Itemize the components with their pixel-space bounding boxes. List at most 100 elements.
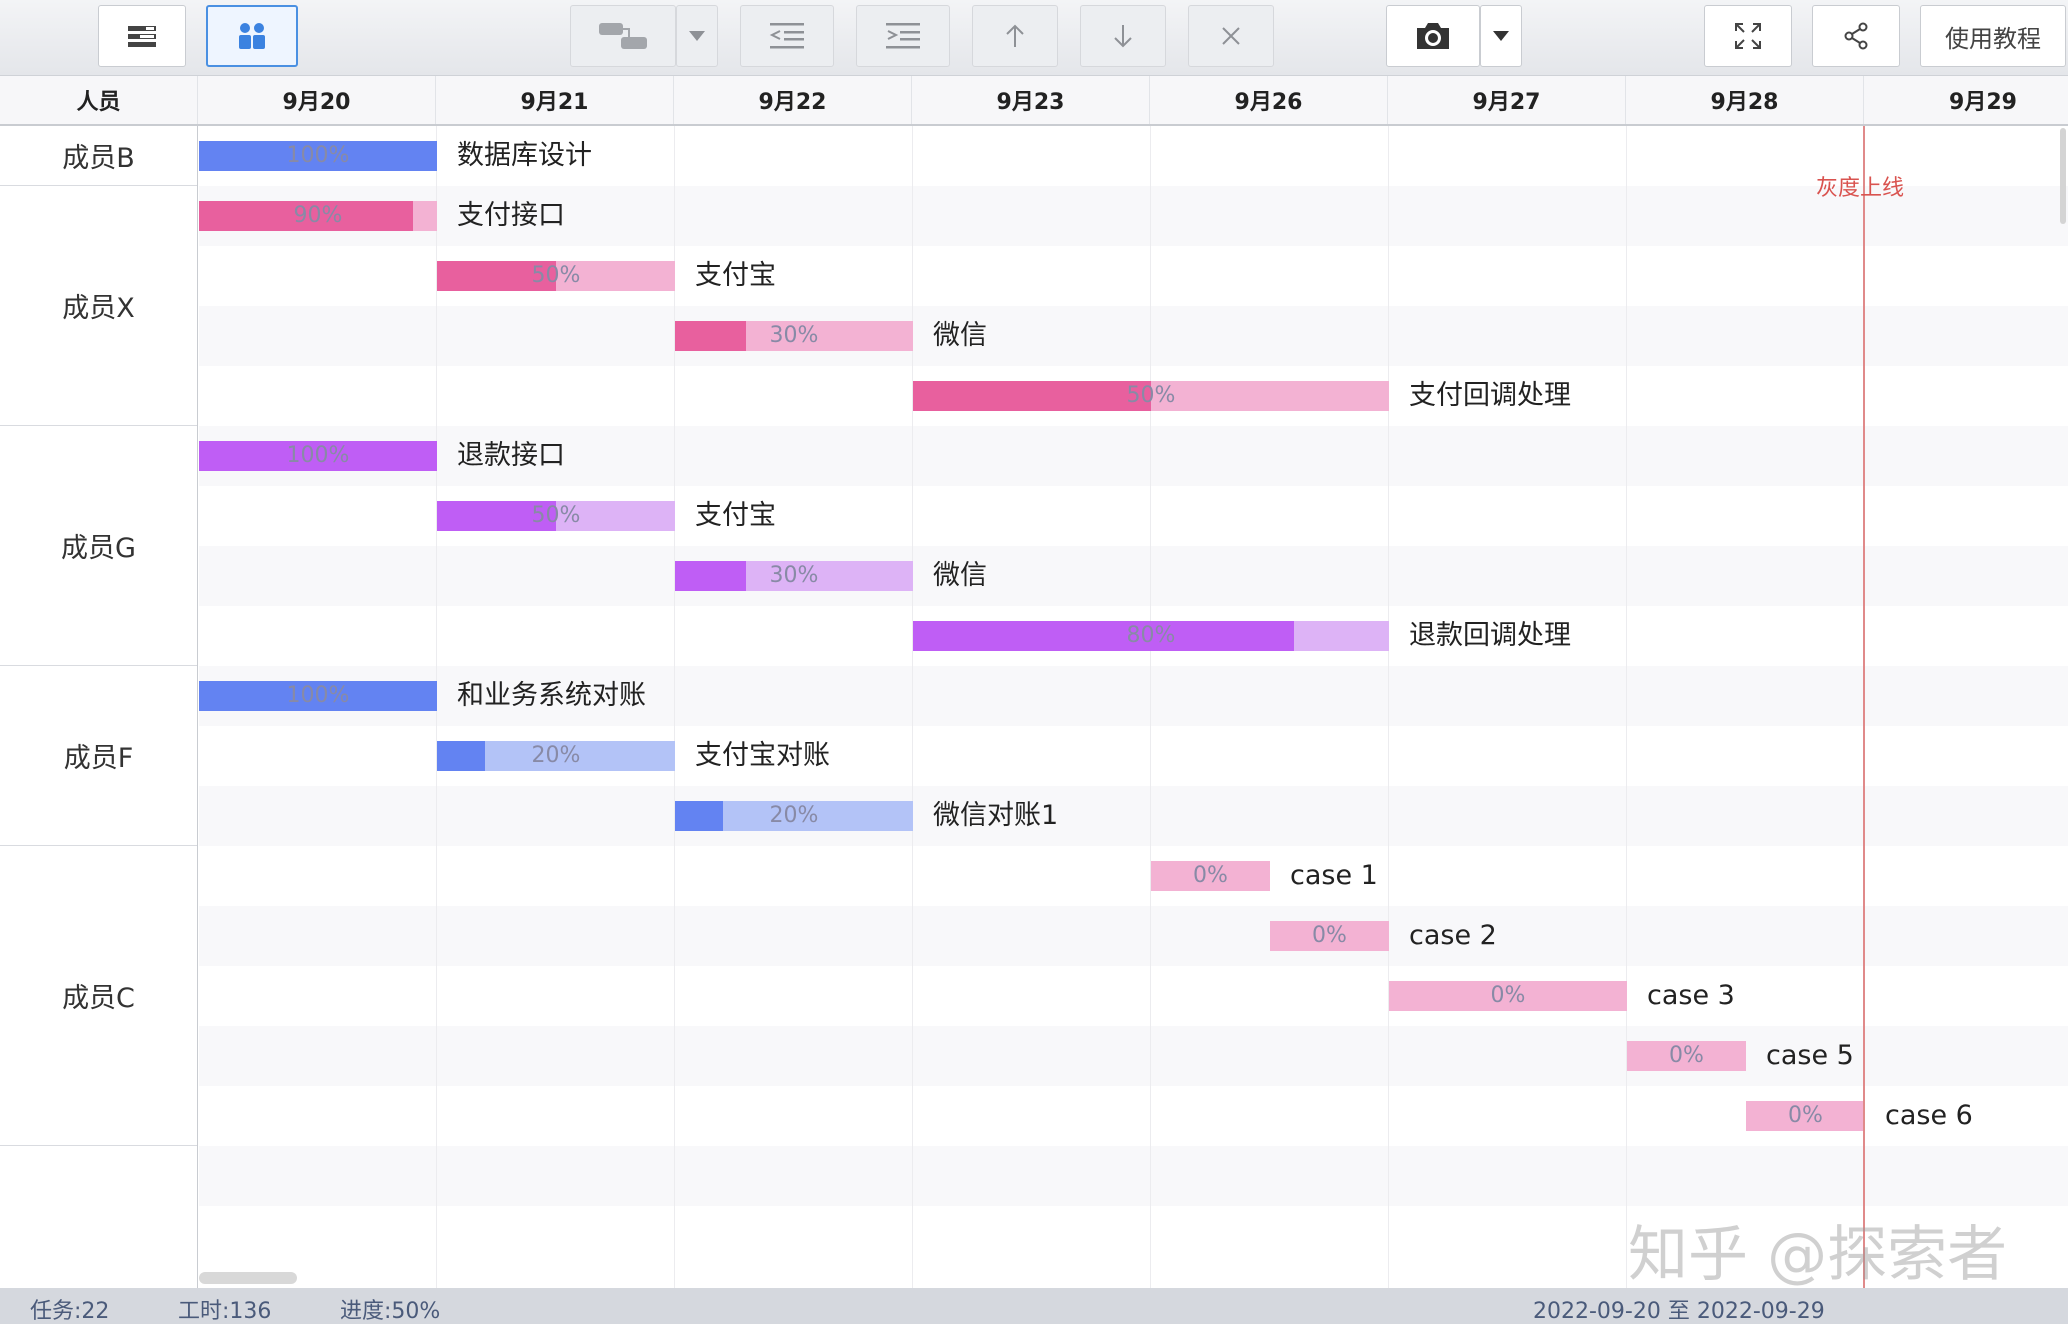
- task-progress-label: 80%: [1126, 623, 1176, 648]
- milestone-label: 灰度上线: [1816, 176, 1905, 201]
- task-bar[interactable]: 0%: [1389, 981, 1627, 1011]
- date-range: 2022-09-20 至 2022-09-29: [1533, 1299, 1825, 1324]
- move-down-button[interactable]: [1080, 5, 1166, 67]
- row-stripe: [199, 306, 2068, 366]
- member-cell[interactable]: 成员B: [0, 126, 197, 186]
- task-progress-label: 100%: [286, 443, 350, 468]
- date-header: 9月20: [198, 76, 436, 124]
- row-stripe: [199, 1146, 2068, 1206]
- status-bar: 任务:22 工时:136 进度:50% 2022-09-20 至 2022-09…: [0, 1288, 2068, 1324]
- task-label[interactable]: 退款回调处理: [1409, 621, 1571, 651]
- task-bar[interactable]: 0%: [1151, 861, 1270, 891]
- task-label[interactable]: 和业务系统对账: [457, 681, 646, 711]
- toolbar: 使用教程: [0, 0, 2068, 76]
- link-type-dropdown[interactable]: [676, 5, 718, 67]
- list-view-button[interactable]: [98, 5, 186, 67]
- task-bar[interactable]: 20%: [437, 741, 675, 771]
- day-gridline: [1388, 126, 1389, 1288]
- timeline-header: 人员 9月20 9月21 9月22 9月23 9月26 9月27 9月28 9月…: [0, 76, 2068, 126]
- task-label[interactable]: 微信: [933, 561, 987, 591]
- task-bar[interactable]: 90%: [199, 201, 437, 231]
- arrow-up-icon: [1004, 23, 1026, 49]
- task-bar[interactable]: 0%: [1746, 1101, 1865, 1131]
- member-cell[interactable]: 成员G: [0, 426, 197, 666]
- task-label[interactable]: case 1: [1290, 861, 1378, 891]
- indent-button[interactable]: [856, 5, 950, 67]
- outdent-icon: [768, 21, 806, 51]
- task-bar[interactable]: 0%: [1627, 1041, 1746, 1071]
- task-label[interactable]: case 3: [1647, 981, 1735, 1011]
- task-label[interactable]: 支付宝: [695, 261, 776, 291]
- day-gridline: [912, 126, 913, 1288]
- gantt-chart-area: 100% 数据库设计 90% 支付接口 50% 支付宝 30% 微信 50% 支付回调处理 100%…: [199, 126, 2068, 1288]
- task-progress-label: 0%: [1788, 1103, 1823, 1128]
- task-bar[interactable]: 100%: [199, 441, 437, 471]
- task-progress-label: 50%: [531, 503, 581, 528]
- task-progress-label: 0%: [1312, 923, 1347, 948]
- task-progress-label: 30%: [769, 563, 819, 588]
- task-label[interactable]: case 2: [1409, 921, 1497, 951]
- task-count: 任务:22: [30, 1299, 110, 1324]
- task-progress-label: 0%: [1490, 983, 1526, 1008]
- date-header: 9月22: [674, 76, 912, 124]
- member-cell[interactable]: 成员F: [0, 666, 197, 846]
- screenshot-options-dropdown[interactable]: [1480, 5, 1522, 67]
- help-button[interactable]: 使用教程: [1920, 5, 2066, 67]
- people-view-button[interactable]: [206, 5, 298, 67]
- day-gridline: [1626, 126, 1627, 1288]
- task-label[interactable]: case 5: [1766, 1041, 1854, 1071]
- watermark: 知乎 @探索者: [1628, 1220, 2008, 1290]
- move-up-button[interactable]: [972, 5, 1058, 67]
- member-cell[interactable]: 成员C: [0, 846, 197, 1146]
- task-progress-label: 100%: [286, 683, 350, 708]
- date-header: 9月21: [436, 76, 674, 124]
- task-bar[interactable]: 80%: [913, 621, 1389, 651]
- row-stripe: [199, 786, 2068, 846]
- row-stripe: [199, 966, 2068, 1026]
- milestone-line[interactable]: [1863, 126, 1865, 1288]
- task-bar[interactable]: 50%: [437, 261, 675, 291]
- vertical-scrollbar[interactable]: [2060, 128, 2066, 224]
- task-label[interactable]: 微信: [933, 321, 987, 351]
- task-label[interactable]: 退款接口: [457, 441, 565, 471]
- date-header: 9月28: [1626, 76, 1864, 124]
- task-bar[interactable]: 30%: [675, 561, 913, 591]
- overall-progress: 进度:50%: [340, 1299, 441, 1324]
- fullscreen-button[interactable]: [1704, 5, 1792, 67]
- task-progress-label: 30%: [769, 323, 819, 348]
- task-bar[interactable]: 30%: [675, 321, 913, 351]
- date-header: 9月29: [1949, 90, 2017, 115]
- task-bar[interactable]: 20%: [675, 801, 913, 831]
- task-label[interactable]: 支付回调处理: [1409, 381, 1571, 411]
- date-header: 9月23: [912, 76, 1150, 124]
- task-bar[interactable]: 50%: [437, 501, 675, 531]
- date-header: 9月27: [1388, 76, 1626, 124]
- day-gridline: [674, 126, 675, 1288]
- task-label[interactable]: 支付接口: [457, 201, 565, 231]
- camera-icon: [1413, 20, 1453, 52]
- list-view-icon: [126, 24, 158, 48]
- task-bar[interactable]: 100%: [199, 681, 437, 711]
- link-tasks-button[interactable]: [570, 5, 676, 67]
- task-label[interactable]: 数据库设计: [457, 141, 592, 171]
- task-bar[interactable]: 100%: [199, 141, 437, 171]
- indent-icon: [884, 21, 922, 51]
- member-column: 成员B 成员X 成员G 成员F 成员C: [0, 126, 198, 1288]
- row-stripe: [199, 546, 2068, 606]
- outdent-button[interactable]: [740, 5, 834, 67]
- member-cell[interactable]: 成员X: [0, 186, 197, 426]
- task-bar[interactable]: 50%: [913, 381, 1389, 411]
- day-gridline: [1150, 126, 1151, 1288]
- link-tasks-icon: [597, 19, 649, 53]
- task-label[interactable]: 支付宝: [695, 501, 776, 531]
- task-bar[interactable]: 0%: [1270, 921, 1389, 951]
- delete-button[interactable]: [1188, 5, 1274, 67]
- share-button[interactable]: [1812, 5, 1900, 67]
- task-label[interactable]: case 6: [1885, 1101, 1973, 1131]
- screenshot-button[interactable]: [1386, 5, 1480, 67]
- chevron-down-icon: [688, 30, 706, 42]
- horizontal-scrollbar[interactable]: [199, 1272, 297, 1284]
- task-progress-label: 0%: [1193, 863, 1228, 888]
- task-label[interactable]: 支付宝对账: [695, 741, 830, 771]
- task-label[interactable]: 微信对账1: [933, 801, 1058, 831]
